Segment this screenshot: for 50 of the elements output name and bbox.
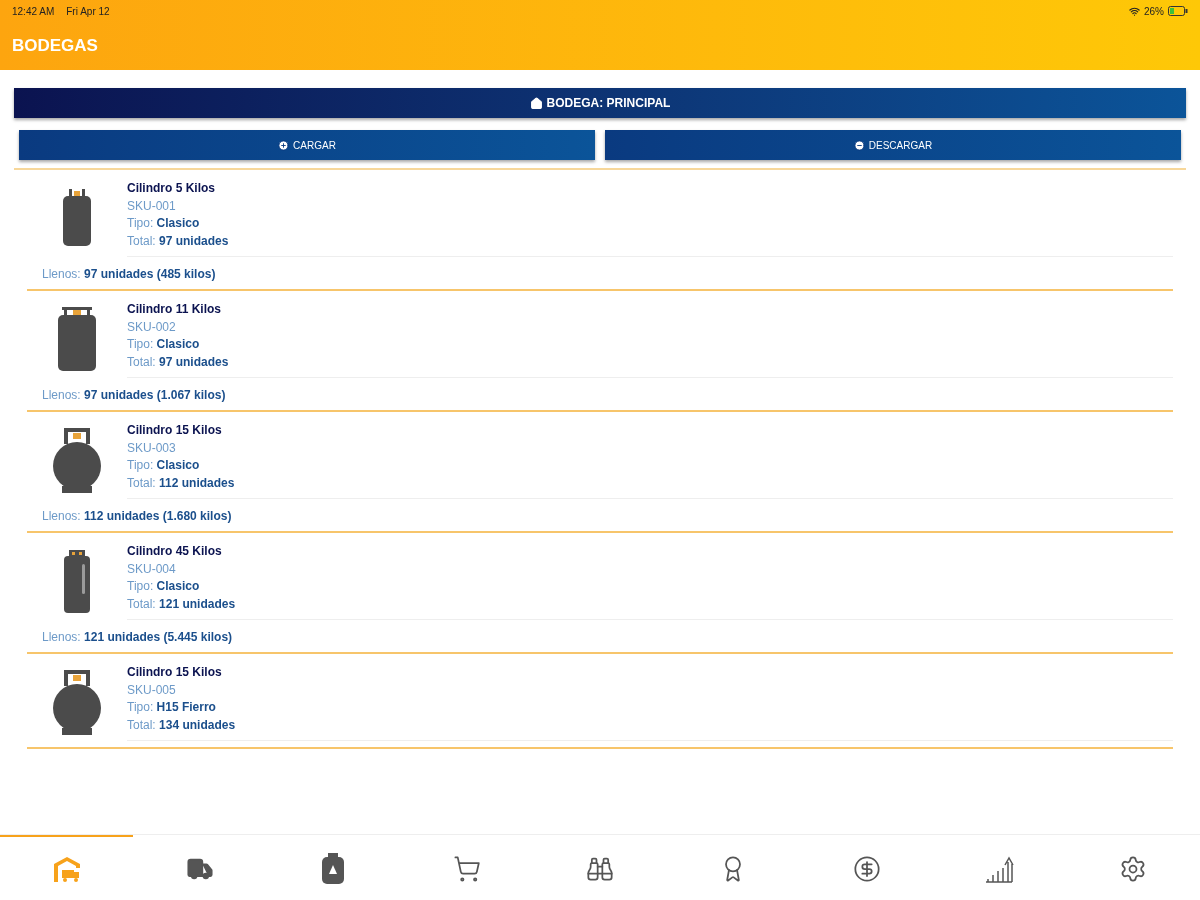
gas-cylinder-icon <box>52 427 102 494</box>
gas-cylinder-icon <box>62 549 92 614</box>
product-name: Cilindro 5 Kilos <box>127 180 216 197</box>
gas-cylinder-icon <box>56 306 98 373</box>
product-name: Cilindro 15 Kilos <box>127 422 223 439</box>
product-full-count: Llenos: 121 unidades (5.445 kilos) <box>41 629 234 646</box>
warehouse-selector-button[interactable]: BODEGA: PRINCIPAL <box>14 88 1186 118</box>
product-total: Total: 97 unidades <box>127 353 230 371</box>
product-item[interactable]: Cilindro 45 Kilos SKU-004 Tipo: Clasico Total: 121 unidades Llenos: 121 unidades (5.445 kilos) <box>27 533 1173 654</box>
page-title: BODEGAS <box>12 35 98 58</box>
product-type: Tipo: Clasico <box>127 578 201 595</box>
product-sku: SKU-002 <box>127 318 177 336</box>
status-time: 12:42 AM <box>12 4 55 19</box>
battery-level: 26% <box>1144 4 1164 19</box>
product-type: Tipo: H15 Fierro <box>127 699 217 716</box>
product-type: Tipo: Clasico <box>127 336 201 353</box>
product-item[interactable]: Cilindro 15 Kilos SKU-005 Tipo: H15 Fierro Total: 134 unidades <box>27 654 1173 749</box>
product-name: Cilindro 45 Kilos <box>127 543 223 560</box>
product-sku: SKU-001 <box>127 197 177 215</box>
gas-cylinder-icon <box>61 188 93 249</box>
product-type: Tipo: Clasico <box>127 215 201 232</box>
warehouse-icon <box>51 854 82 883</box>
product-name: Cilindro 15 Kilos <box>127 664 223 681</box>
plus-circle-icon <box>278 139 290 151</box>
shopping-cart-icon <box>452 854 481 883</box>
product-sku: SKU-005 <box>127 681 177 699</box>
product-full-count: Llenos: 112 unidades (1.680 kilos) <box>41 508 233 525</box>
product-total: Total: 112 unidades <box>127 474 236 492</box>
battery-icon <box>1168 6 1188 16</box>
product-total: Total: 134 unidades <box>127 716 237 734</box>
product-full-count: Llenos: 97 unidades (485 kilos) <box>41 266 217 283</box>
product-sku: SKU-003 <box>127 439 177 457</box>
unload-button[interactable]: DESCARGAR <box>605 130 1181 160</box>
product-item[interactable]: Cilindro 15 Kilos SKU-003 Tipo: Clasico Total: 112 unidades Llenos: 112 unidades (1.680 kilos) <box>27 412 1173 533</box>
product-total: Total: 97 unidades <box>127 232 230 250</box>
product-item[interactable]: Cilindro 5 Kilos SKU-001 Tipo: Clasico Total: 97 unidades Llenos: 97 unidades (485 kilos) <box>27 170 1173 291</box>
product-type: Tipo: Clasico <box>127 457 201 474</box>
wifi-icon <box>1129 5 1140 17</box>
minus-circle-icon <box>853 139 865 151</box>
status-date: Fri Apr 12 <box>66 4 110 19</box>
product-total: Total: 121 unidades <box>127 595 237 613</box>
product-sku: SKU-004 <box>127 560 177 578</box>
gas-cylinder-icon <box>321 852 346 885</box>
product-item[interactable]: Cilindro 11 Kilos SKU-002 Tipo: Clasico Total: 97 unidades Llenos: 97 unidades (1.067 kilos) <box>27 291 1173 412</box>
gas-cylinder-icon <box>52 669 102 736</box>
product-full-count: Llenos: 97 unidades (1.067 kilos) <box>41 387 227 404</box>
home-icon <box>529 96 543 110</box>
load-button[interactable]: CARGAR <box>19 130 595 160</box>
product-name: Cilindro 11 Kilos <box>127 301 223 318</box>
dollar-icon <box>852 854 881 883</box>
